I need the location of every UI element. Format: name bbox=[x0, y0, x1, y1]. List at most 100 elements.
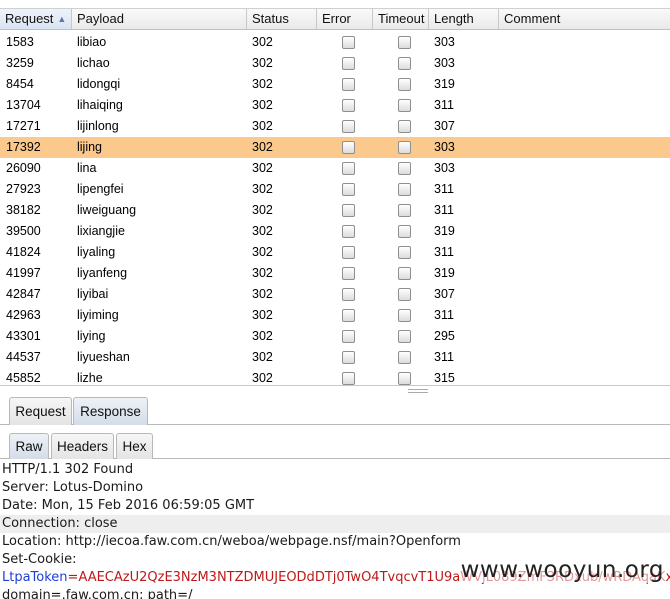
table-row[interactable]: 8454 lidongqi 302 319 bbox=[0, 74, 670, 95]
table-header: Request ▲ Payload Status Error Timeout Le… bbox=[0, 8, 670, 30]
error-checkbox[interactable] bbox=[341, 330, 355, 343]
cell-payload: lixiangjie bbox=[77, 224, 125, 238]
cell-request: 38182 bbox=[6, 203, 41, 217]
timeout-checkbox[interactable] bbox=[397, 57, 411, 70]
header-connection: Connection: close bbox=[0, 515, 670, 533]
table-row[interactable]: 41997 liyanfeng 302 319 bbox=[0, 263, 670, 284]
cell-timeout bbox=[373, 263, 429, 284]
error-checkbox[interactable] bbox=[341, 141, 355, 154]
cell-error bbox=[317, 284, 373, 305]
column-header-comment[interactable]: Comment bbox=[499, 9, 670, 29]
cell-request: 17271 bbox=[6, 119, 41, 133]
error-checkbox[interactable] bbox=[341, 372, 355, 385]
cell-length: 319 bbox=[434, 77, 455, 91]
column-header-status[interactable]: Status bbox=[247, 9, 317, 29]
tab-raw[interactable]: Raw bbox=[9, 433, 49, 459]
cell-request: 39500 bbox=[6, 224, 41, 238]
cell-length: 311 bbox=[434, 182, 454, 196]
table-row[interactable]: 38182 liweiguang 302 311 bbox=[0, 200, 670, 221]
error-checkbox[interactable] bbox=[341, 225, 355, 238]
cell-request: 41997 bbox=[6, 266, 41, 280]
timeout-checkbox[interactable] bbox=[397, 225, 411, 238]
table-row[interactable]: 3259 lichao 302 303 bbox=[0, 53, 670, 74]
error-checkbox[interactable] bbox=[341, 309, 355, 322]
timeout-checkbox[interactable] bbox=[397, 99, 411, 112]
error-checkbox[interactable] bbox=[341, 57, 355, 70]
cell-comment bbox=[499, 95, 670, 116]
cell-status: 302 bbox=[252, 98, 273, 112]
cell-request: 3259 bbox=[6, 56, 34, 70]
cell-comment bbox=[499, 158, 670, 179]
timeout-checkbox[interactable] bbox=[397, 120, 411, 133]
cell-error bbox=[317, 32, 373, 53]
table-row[interactable]: 43301 liying 302 295 bbox=[0, 326, 670, 347]
cell-status: 302 bbox=[252, 287, 273, 301]
cell-request: 44537 bbox=[6, 350, 41, 364]
error-checkbox[interactable] bbox=[341, 288, 355, 301]
timeout-checkbox[interactable] bbox=[397, 141, 411, 154]
column-header-length[interactable]: Length bbox=[429, 9, 499, 29]
cell-length: 319 bbox=[434, 266, 455, 280]
cell-timeout bbox=[373, 326, 429, 347]
column-header-request[interactable]: Request ▲ bbox=[0, 9, 72, 29]
column-header-payload[interactable]: Payload bbox=[72, 9, 247, 29]
table-row[interactable]: 42847 liyibai 302 307 bbox=[0, 284, 670, 305]
cell-error bbox=[317, 326, 373, 347]
timeout-checkbox[interactable] bbox=[397, 267, 411, 280]
table-row[interactable]: 39500 lixiangjie 302 319 bbox=[0, 221, 670, 242]
error-checkbox[interactable] bbox=[341, 267, 355, 280]
cell-length: 295 bbox=[434, 329, 455, 343]
table-row[interactable]: 42963 liyiming 302 311 bbox=[0, 305, 670, 326]
table-row[interactable]: 17392 lijing 302 303 bbox=[0, 137, 670, 158]
cell-payload: lipengfei bbox=[77, 182, 124, 196]
error-checkbox[interactable] bbox=[341, 78, 355, 91]
cell-comment bbox=[499, 74, 670, 95]
cell-length: 311 bbox=[434, 308, 454, 322]
tab-response[interactable]: Response bbox=[73, 397, 148, 425]
cell-request: 42963 bbox=[6, 308, 41, 322]
error-checkbox[interactable] bbox=[341, 351, 355, 364]
table-row[interactable]: 45852 lizhe 302 315 bbox=[0, 368, 670, 385]
table-row[interactable]: 13704 lihaiqing 302 311 bbox=[0, 95, 670, 116]
timeout-checkbox[interactable] bbox=[397, 372, 411, 385]
column-header-error[interactable]: Error bbox=[317, 9, 373, 29]
timeout-checkbox[interactable] bbox=[397, 183, 411, 196]
table-row[interactable]: 44537 liyueshan 302 311 bbox=[0, 347, 670, 368]
cell-error bbox=[317, 200, 373, 221]
column-header-timeout[interactable]: Timeout bbox=[373, 9, 429, 29]
error-checkbox[interactable] bbox=[341, 246, 355, 259]
cell-comment bbox=[499, 263, 670, 284]
error-checkbox[interactable] bbox=[341, 120, 355, 133]
tab-hex[interactable]: Hex bbox=[116, 433, 153, 459]
cell-payload: liyibai bbox=[77, 287, 109, 301]
cell-status: 302 bbox=[252, 161, 273, 175]
table-row[interactable]: 17271 lijinlong 302 307 bbox=[0, 116, 670, 137]
timeout-checkbox[interactable] bbox=[397, 246, 411, 259]
cell-error bbox=[317, 95, 373, 116]
error-checkbox[interactable] bbox=[341, 204, 355, 217]
error-checkbox[interactable] bbox=[341, 183, 355, 196]
cell-length: 311 bbox=[434, 350, 454, 364]
view-tabs: Raw Headers Hex bbox=[0, 431, 670, 459]
table-row[interactable]: 26090 lina 302 303 bbox=[0, 158, 670, 179]
timeout-checkbox[interactable] bbox=[397, 288, 411, 301]
tab-headers[interactable]: Headers bbox=[51, 433, 114, 459]
split-pane-handle[interactable] bbox=[408, 389, 428, 393]
timeout-checkbox[interactable] bbox=[397, 162, 411, 175]
cell-payload: liying bbox=[77, 329, 106, 343]
timeout-checkbox[interactable] bbox=[397, 204, 411, 217]
error-checkbox[interactable] bbox=[341, 36, 355, 49]
error-checkbox[interactable] bbox=[341, 162, 355, 175]
cell-payload: lina bbox=[77, 161, 97, 175]
table-row[interactable]: 1583 libiao 302 303 bbox=[0, 32, 670, 53]
timeout-checkbox[interactable] bbox=[397, 351, 411, 364]
cell-timeout bbox=[373, 32, 429, 53]
timeout-checkbox[interactable] bbox=[397, 78, 411, 91]
table-row[interactable]: 41824 liyaling 302 311 bbox=[0, 242, 670, 263]
error-checkbox[interactable] bbox=[341, 99, 355, 112]
table-row[interactable]: 27923 lipengfei 302 311 bbox=[0, 179, 670, 200]
timeout-checkbox[interactable] bbox=[397, 309, 411, 322]
tab-request[interactable]: Request bbox=[9, 397, 72, 425]
timeout-checkbox[interactable] bbox=[397, 36, 411, 49]
timeout-checkbox[interactable] bbox=[397, 330, 411, 343]
